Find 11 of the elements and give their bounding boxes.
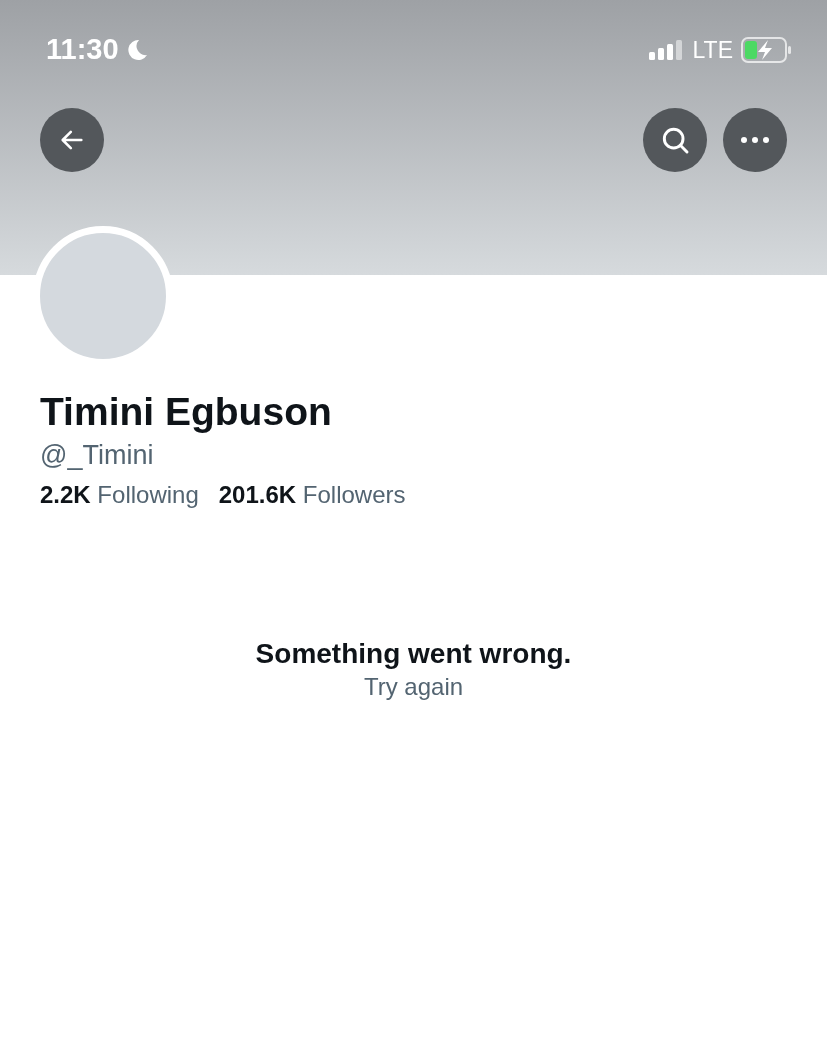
- try-again-link[interactable]: Try again: [363, 671, 464, 703]
- network-label: LTE: [692, 35, 733, 65]
- profile-handle: @_Timini: [40, 439, 155, 472]
- more-icon: [739, 136, 771, 144]
- error-message: Something went wrong.: [255, 637, 572, 671]
- signal-icon: [648, 39, 685, 61]
- battery-icon: [741, 37, 793, 63]
- profile-name: Timini Egbuson: [40, 389, 333, 435]
- stat-link[interactable]: 2.2K Following: [40, 477, 199, 513]
- status-time: 11:30: [46, 32, 119, 68]
- stat-link[interactable]: 201.6K Followers: [218, 477, 406, 513]
